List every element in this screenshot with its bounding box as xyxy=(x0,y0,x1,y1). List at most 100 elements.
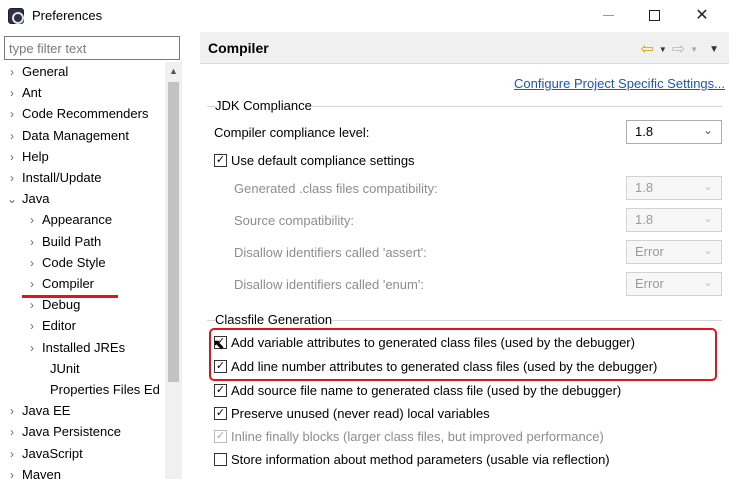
option-source-file-label: Add source file name to generated class … xyxy=(231,382,622,398)
forward-menu-caret-icon[interactable]: ▼ xyxy=(690,45,698,54)
tree-item-properties-files-ed[interactable]: Properties Files Ed xyxy=(0,380,164,400)
tree-item-label: Install/Update xyxy=(22,170,102,185)
tree-item-general[interactable]: › General xyxy=(0,62,164,82)
option-inline-finally-checkbox: ✓ xyxy=(214,429,227,443)
tree-item-installed-jres[interactable]: › Installed JREs xyxy=(0,338,164,358)
maximize-icon xyxy=(648,9,660,21)
minimize-button[interactable] xyxy=(585,0,631,30)
tree-item-java-ee[interactable]: › Java EE xyxy=(0,401,164,421)
tree-item-java-persistence[interactable]: › Java Persistence xyxy=(0,422,164,442)
option-preserve-unused-row[interactable]: ✓ Preserve unused (never read) local var… xyxy=(214,403,490,423)
tree-item-label: JUnit xyxy=(50,360,80,376)
tree-item-junit[interactable]: JUnit xyxy=(0,359,164,379)
tree-item-maven[interactable]: › Maven xyxy=(0,465,164,479)
chevron-down-icon: ⌄ xyxy=(702,179,713,193)
disallow-assert-value: Error xyxy=(635,244,664,259)
option-inline-finally-row: ✓ Inline finally blocks (larger class fi… xyxy=(214,426,604,446)
use-default-compliance-checkbox[interactable]: ✓ xyxy=(214,153,227,167)
minimize-icon xyxy=(602,14,614,16)
tree-item-javascript[interactable]: › JavaScript xyxy=(0,444,164,464)
expand-chevron-icon[interactable]: › xyxy=(6,126,18,146)
expand-chevron-icon[interactable]: › xyxy=(6,401,18,421)
maximize-button[interactable] xyxy=(631,0,677,30)
use-default-compliance-checkbox-row[interactable]: ✓ Use default compliance settings xyxy=(214,150,415,170)
option-preserve-unused-checkbox[interactable]: ✓ xyxy=(214,406,227,420)
expand-chevron-icon[interactable]: › xyxy=(6,444,18,464)
chevron-down-icon: ⌄ xyxy=(702,123,713,137)
expand-chevron-icon[interactable]: › xyxy=(26,295,38,315)
disallow-enum-value: Error xyxy=(635,276,664,291)
expand-chevron-icon[interactable]: › xyxy=(6,465,18,479)
tree-item-label: Java EE xyxy=(22,403,71,419)
close-button[interactable]: ✕ xyxy=(679,0,725,30)
back-arrow-icon[interactable]: ⇦ xyxy=(640,39,653,59)
compliance-level-label: Compiler compliance level: xyxy=(214,125,370,140)
back-menu-caret-icon[interactable]: ▼ xyxy=(659,45,667,54)
tree-item-label: Data Management xyxy=(22,127,129,143)
expand-chevron-icon[interactable]: › xyxy=(26,338,38,358)
tree-scrollbar[interactable]: ▲ xyxy=(165,62,182,479)
expand-chevron-icon[interactable]: › xyxy=(6,422,18,442)
expand-chevron-icon[interactable]: › xyxy=(6,83,18,103)
tree-item-install-update[interactable]: › Install/Update xyxy=(0,168,164,188)
option-method-parameters-row[interactable]: Store information about method parameter… xyxy=(214,449,610,469)
source-compat-label: Source compatibility: xyxy=(234,213,354,228)
tree-item-data-management[interactable]: › Data Management xyxy=(0,126,164,146)
view-menu-icon[interactable]: ▼ xyxy=(709,44,719,55)
expand-down-chevron-icon[interactable]: ⌄ xyxy=(6,189,18,209)
tree-item-label: Java Persistence xyxy=(22,424,121,440)
tree-item-code-style[interactable]: › Code Style xyxy=(0,253,164,273)
tree-item-help[interactable]: › Help xyxy=(0,147,164,167)
highlight-annotation-box xyxy=(209,328,717,381)
forward-arrow-icon[interactable]: ⇨ xyxy=(672,39,685,59)
use-default-compliance-label: Use default compliance settings xyxy=(231,152,415,168)
expand-chevron-icon[interactable]: › xyxy=(26,253,38,273)
tree-item-editor[interactable]: › Editor xyxy=(0,316,164,336)
compliance-level-select[interactable]: 1.8 ⌄ xyxy=(626,120,722,144)
filter-input[interactable] xyxy=(4,36,180,60)
generated-class-compat-select[interactable]: 1.8 ⌄ xyxy=(626,176,722,200)
option-source-file-checkbox[interactable]: ✓ xyxy=(214,383,227,397)
tree-item-label: Editor xyxy=(42,318,76,334)
option-source-file-row[interactable]: ✓ Add source file name to generated clas… xyxy=(214,380,621,400)
tree-item-appearance[interactable]: › Appearance xyxy=(0,210,164,230)
tree-item-label: Installed JREs xyxy=(42,339,126,355)
tree-item-debug[interactable]: › Debug xyxy=(0,295,164,315)
expand-chevron-icon[interactable]: › xyxy=(6,168,18,188)
disallow-assert-select[interactable]: Error ⌄ xyxy=(626,240,722,264)
expand-chevron-icon[interactable]: › xyxy=(26,274,38,294)
expand-chevron-icon[interactable]: › xyxy=(26,232,38,252)
chevron-down-icon: ⌄ xyxy=(702,211,713,225)
tree-item-build-path[interactable]: › Build Path xyxy=(0,232,164,252)
expand-chevron-icon[interactable]: › xyxy=(6,62,18,82)
chevron-down-icon: ⌄ xyxy=(702,243,713,257)
option-method-parameters-label: Store information about method parameter… xyxy=(231,451,610,467)
close-icon: ✕ xyxy=(695,7,709,24)
compiler-page: Compiler ⇦ ▼ ⇨ ▼ ▼ Configure Project Spe… xyxy=(200,32,729,479)
compliance-level-value: 1.8 xyxy=(635,124,654,139)
tree-item-label: Debug xyxy=(42,297,81,313)
tree-item-label: Properties Files Ed xyxy=(50,382,160,397)
tree-item-label: Build Path xyxy=(42,233,102,249)
window-title: Preferences xyxy=(32,8,103,23)
expand-chevron-icon[interactable]: › xyxy=(26,316,38,336)
expand-chevron-icon[interactable]: › xyxy=(6,147,18,167)
disallow-assert-label: Disallow identifiers called 'assert': xyxy=(234,245,427,260)
tree-item-label: Compiler xyxy=(42,276,95,291)
tree-item-compiler[interactable]: › Compiler xyxy=(0,274,164,294)
expand-chevron-icon[interactable]: › xyxy=(6,104,18,124)
option-method-parameters-checkbox[interactable] xyxy=(214,452,227,466)
disallow-enum-select[interactable]: Error ⌄ xyxy=(626,272,722,296)
scrollbar-thumb[interactable] xyxy=(168,82,179,382)
scroll-up-arrow-icon[interactable]: ▲ xyxy=(168,66,179,76)
eclipse-app-icon xyxy=(8,8,24,24)
tree-item-label: Maven xyxy=(22,466,62,479)
tree-item-ant[interactable]: › Ant xyxy=(0,83,164,103)
tree-item-label: Java xyxy=(22,191,50,207)
chevron-down-icon: ⌄ xyxy=(702,275,713,289)
tree-item-java[interactable]: ⌄ Java xyxy=(0,189,164,209)
tree-item-code-recommenders[interactable]: › Code Recommenders xyxy=(0,104,164,124)
configure-project-settings-link[interactable]: Configure Project Specific Settings... xyxy=(514,76,725,91)
source-compat-select[interactable]: 1.8 ⌄ xyxy=(626,208,722,232)
expand-chevron-icon[interactable]: › xyxy=(26,210,38,230)
